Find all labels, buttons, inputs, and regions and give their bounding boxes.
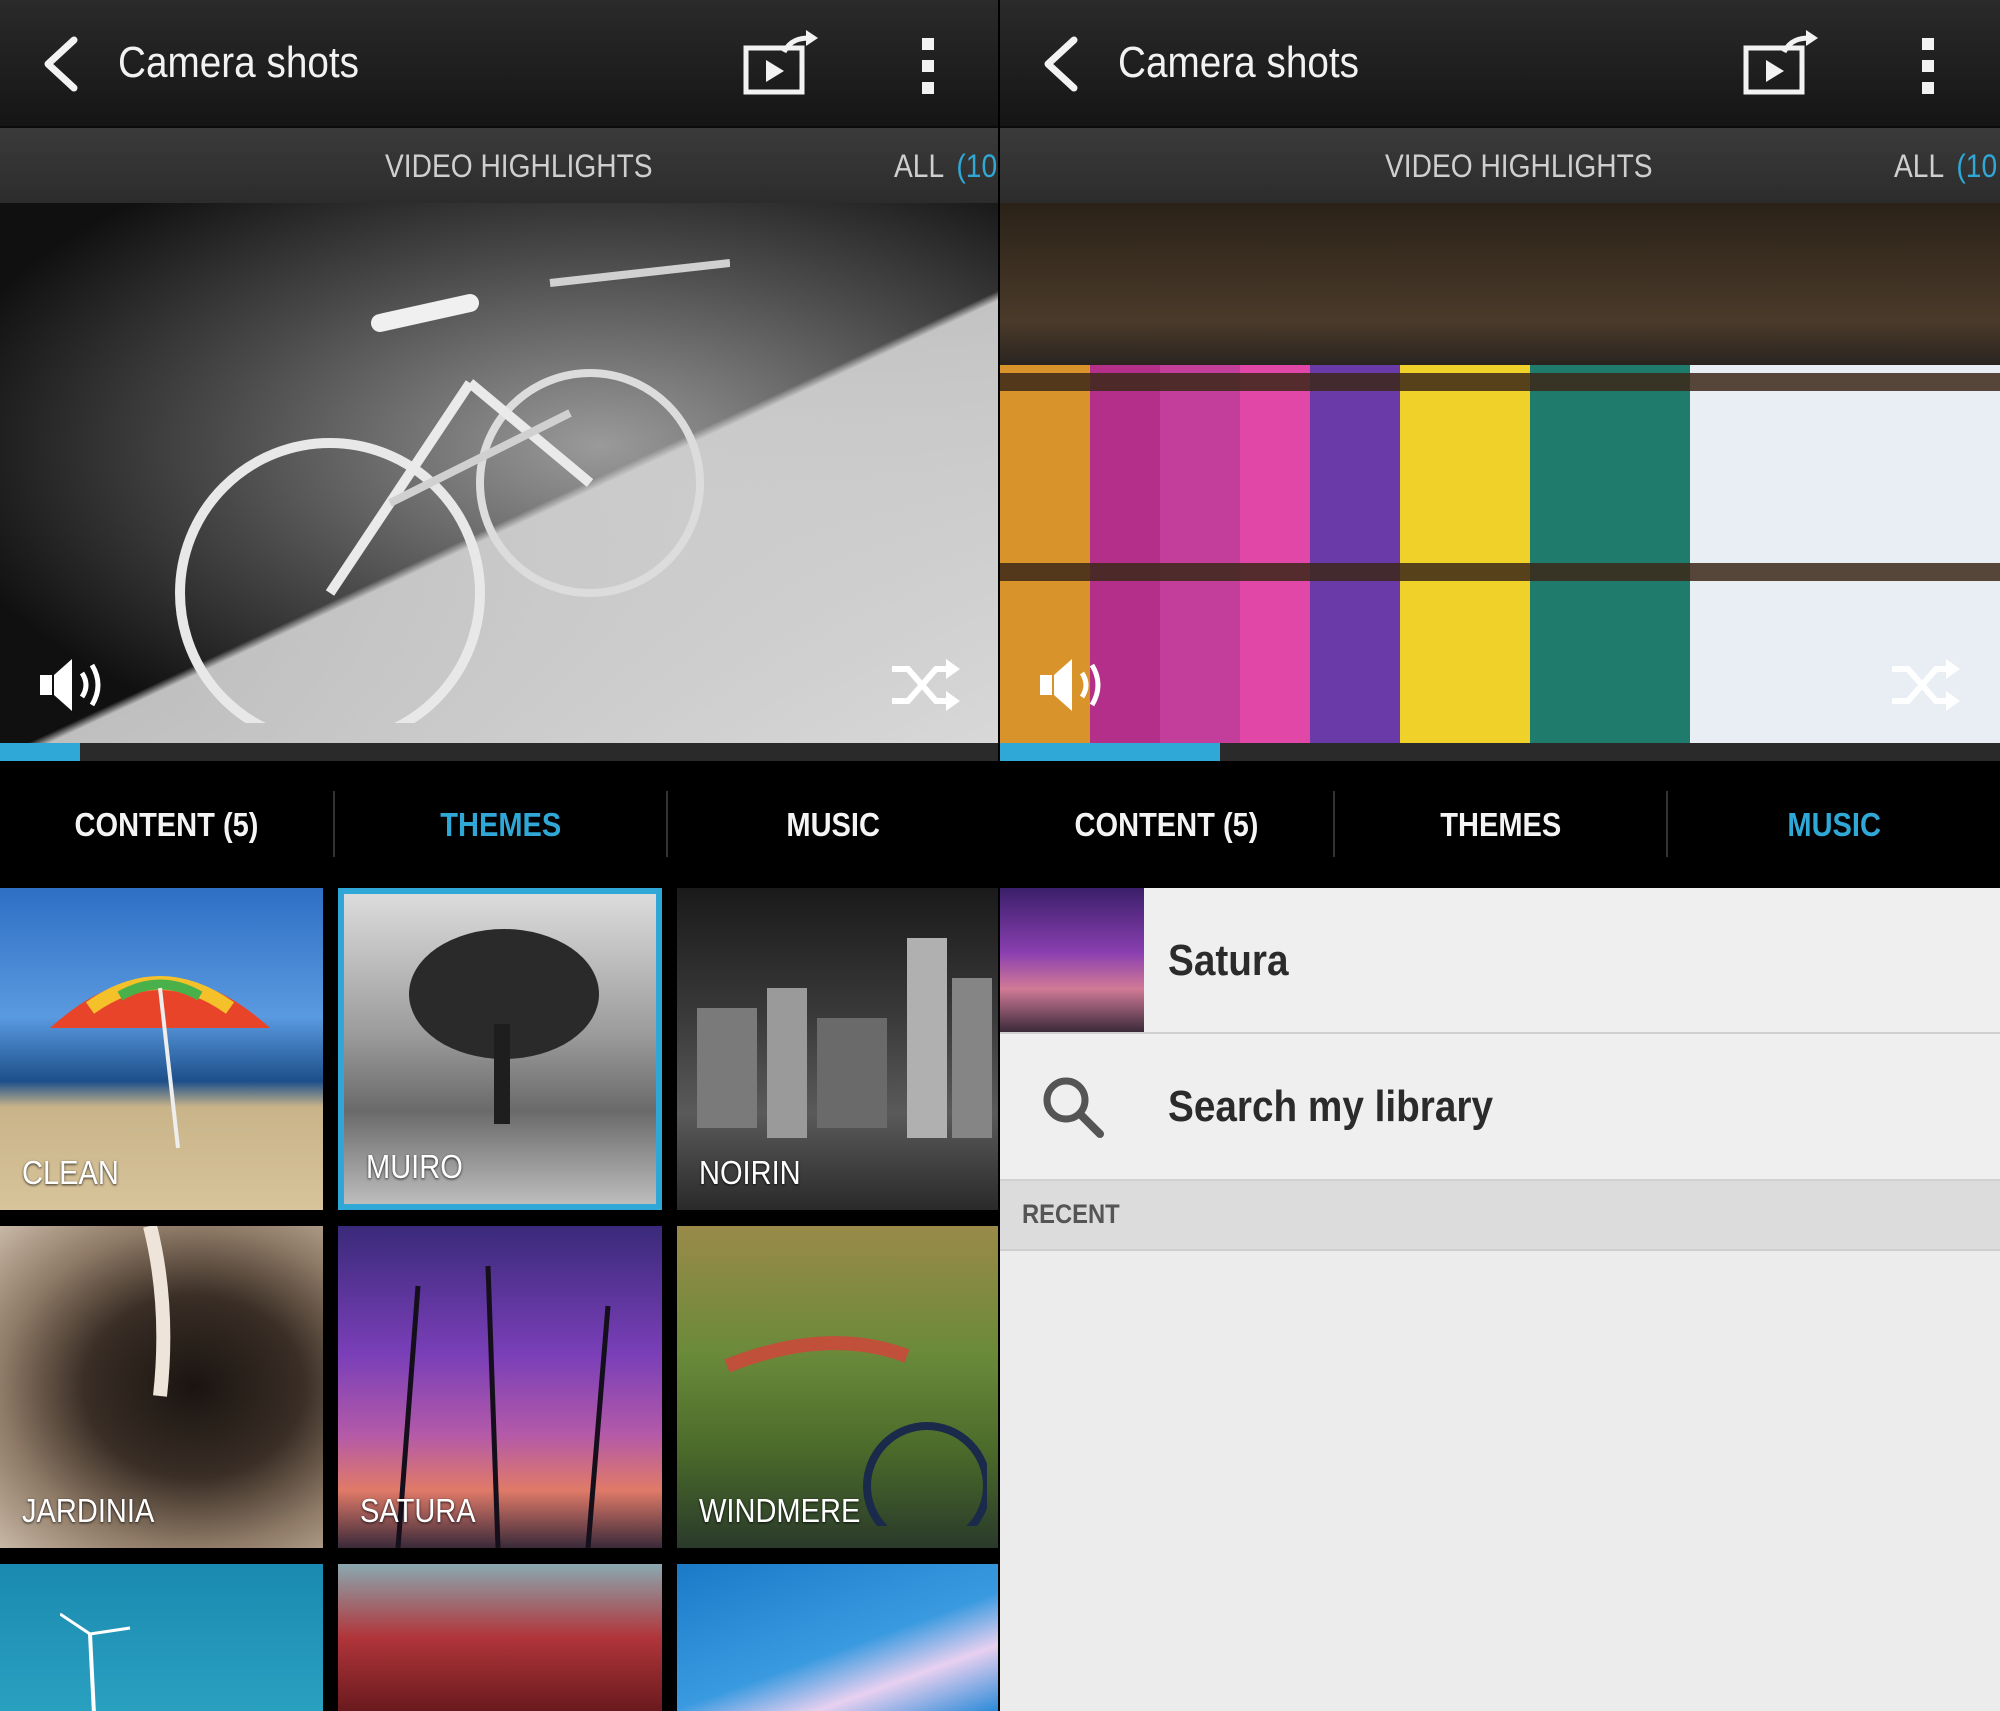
theme-label: JARDINIA xyxy=(22,1492,155,1529)
bicycle-image xyxy=(175,259,730,723)
shuffle-icon[interactable] xyxy=(1890,655,1962,715)
highlights-tab-strip: VIDEO HIGHLIGHTS ALL (10 xyxy=(1000,128,2000,203)
shelf xyxy=(1000,373,2000,391)
umbrella-image xyxy=(50,976,270,1148)
theme-tile-windmere[interactable]: WINDMERE xyxy=(677,1226,998,1548)
milk-pour-image xyxy=(143,1226,171,1397)
overflow-menu-icon[interactable] xyxy=(1910,36,1946,96)
playback-progress-fill xyxy=(0,743,80,761)
theme-label: MUIRO xyxy=(366,1148,463,1185)
city-image xyxy=(697,938,992,1138)
volume-icon[interactable] xyxy=(1038,653,1110,717)
tab-music[interactable]: MUSIC xyxy=(1668,761,2000,888)
tab-all[interactable]: ALL (10 xyxy=(894,148,997,185)
theme-label: SATURA xyxy=(360,1492,476,1529)
video-preview[interactable] xyxy=(0,203,998,743)
playback-progress-fill xyxy=(1000,743,1220,761)
tab-themes-label: THEMES xyxy=(439,805,561,843)
tab-music-label: MUSIC xyxy=(786,805,880,843)
tab-content[interactable]: CONTENT (5) xyxy=(0,761,333,888)
tab-music[interactable]: MUSIC xyxy=(668,761,998,888)
playback-progress[interactable] xyxy=(0,743,998,761)
overflow-menu-icon[interactable] xyxy=(910,36,946,96)
tab-all-count: (10 xyxy=(1956,148,1998,184)
wind-turbine-image xyxy=(60,1612,131,1711)
tab-all[interactable]: ALL (10 xyxy=(1894,148,1997,185)
tab-video-highlights[interactable]: VIDEO HIGHLIGHTS xyxy=(1385,148,1653,185)
tab-video-highlights[interactable]: VIDEO HIGHLIGHTS xyxy=(385,148,653,185)
tab-all-count: (10 xyxy=(956,148,998,184)
search-library-row[interactable]: Search my library xyxy=(1000,1034,2000,1181)
shuffle-icon[interactable] xyxy=(890,655,962,715)
track-thumbnail xyxy=(1000,888,1144,1032)
theme-tile-muiro[interactable]: MUIRO xyxy=(338,888,662,1210)
tab-themes[interactable]: THEMES xyxy=(335,761,666,888)
volume-icon[interactable] xyxy=(38,653,110,717)
tab-content-label: CONTENT (5) xyxy=(1074,805,1259,843)
tab-content-label: CONTENT (5) xyxy=(74,805,259,843)
search-library-label: Search my library xyxy=(1168,1082,1494,1131)
theme-label: CLEAN xyxy=(22,1154,119,1191)
tree-image xyxy=(409,929,599,1124)
music-list: Satura Search my library RECENT xyxy=(1000,888,2000,1711)
theme-tile[interactable] xyxy=(677,1564,998,1711)
theme-label: NOIRIN xyxy=(699,1154,801,1191)
theme-label: WINDMERE xyxy=(699,1492,861,1529)
screen-title: Camera shots xyxy=(118,38,360,87)
highlights-tab-strip: VIDEO HIGHLIGHTS ALL (10 xyxy=(0,128,998,203)
editor-tabs: CONTENT (5) THEMES MUSIC xyxy=(0,761,998,888)
video-preview[interactable] xyxy=(1000,203,2000,743)
search-icon xyxy=(1043,1077,1104,1138)
recent-section-header: RECENT xyxy=(1000,1181,2000,1251)
action-bar: Camera shots xyxy=(1000,0,2000,128)
share-video-icon[interactable] xyxy=(740,30,820,100)
current-track-title: Satura xyxy=(1168,936,1289,985)
tab-content[interactable]: CONTENT (5) xyxy=(1000,761,1333,888)
music-screen: Camera shots VIDEO HIGHLIGHTS ALL (10 CO… xyxy=(1000,0,2000,1711)
theme-tile[interactable] xyxy=(0,1564,323,1711)
tab-all-label: ALL xyxy=(1894,148,1945,184)
current-track-row[interactable]: Satura xyxy=(1000,888,2000,1034)
tab-themes[interactable]: THEMES xyxy=(1335,761,1666,888)
theme-tile-satura[interactable]: SATURA xyxy=(338,1226,662,1548)
recent-label: RECENT xyxy=(1022,1199,1120,1229)
theme-tile-noirin[interactable]: NOIRIN xyxy=(677,888,998,1210)
theme-tile-clean[interactable]: CLEAN xyxy=(0,888,323,1210)
bicycle-handlebar-image xyxy=(724,1336,987,1526)
tab-music-label: MUSIC xyxy=(1787,805,1881,843)
back-arrow-icon[interactable] xyxy=(36,34,86,94)
tab-themes-label: THEMES xyxy=(1439,805,1561,843)
themes-screen: Camera shots VIDEO HIGHLIGHTS ALL (10 CO… xyxy=(0,0,998,1711)
playback-progress[interactable] xyxy=(1000,743,2000,761)
shelf xyxy=(1000,563,2000,581)
tab-all-label: ALL xyxy=(894,148,945,184)
editor-tabs: CONTENT (5) THEMES MUSIC xyxy=(1000,761,2000,888)
screen-title: Camera shots xyxy=(1118,38,1360,87)
action-bar: Camera shots xyxy=(0,0,998,128)
share-video-icon[interactable] xyxy=(1740,30,1820,100)
back-arrow-icon[interactable] xyxy=(1036,34,1086,94)
theme-tile-jardinia[interactable]: JARDINIA xyxy=(0,1226,323,1548)
theme-tile[interactable] xyxy=(338,1564,662,1711)
